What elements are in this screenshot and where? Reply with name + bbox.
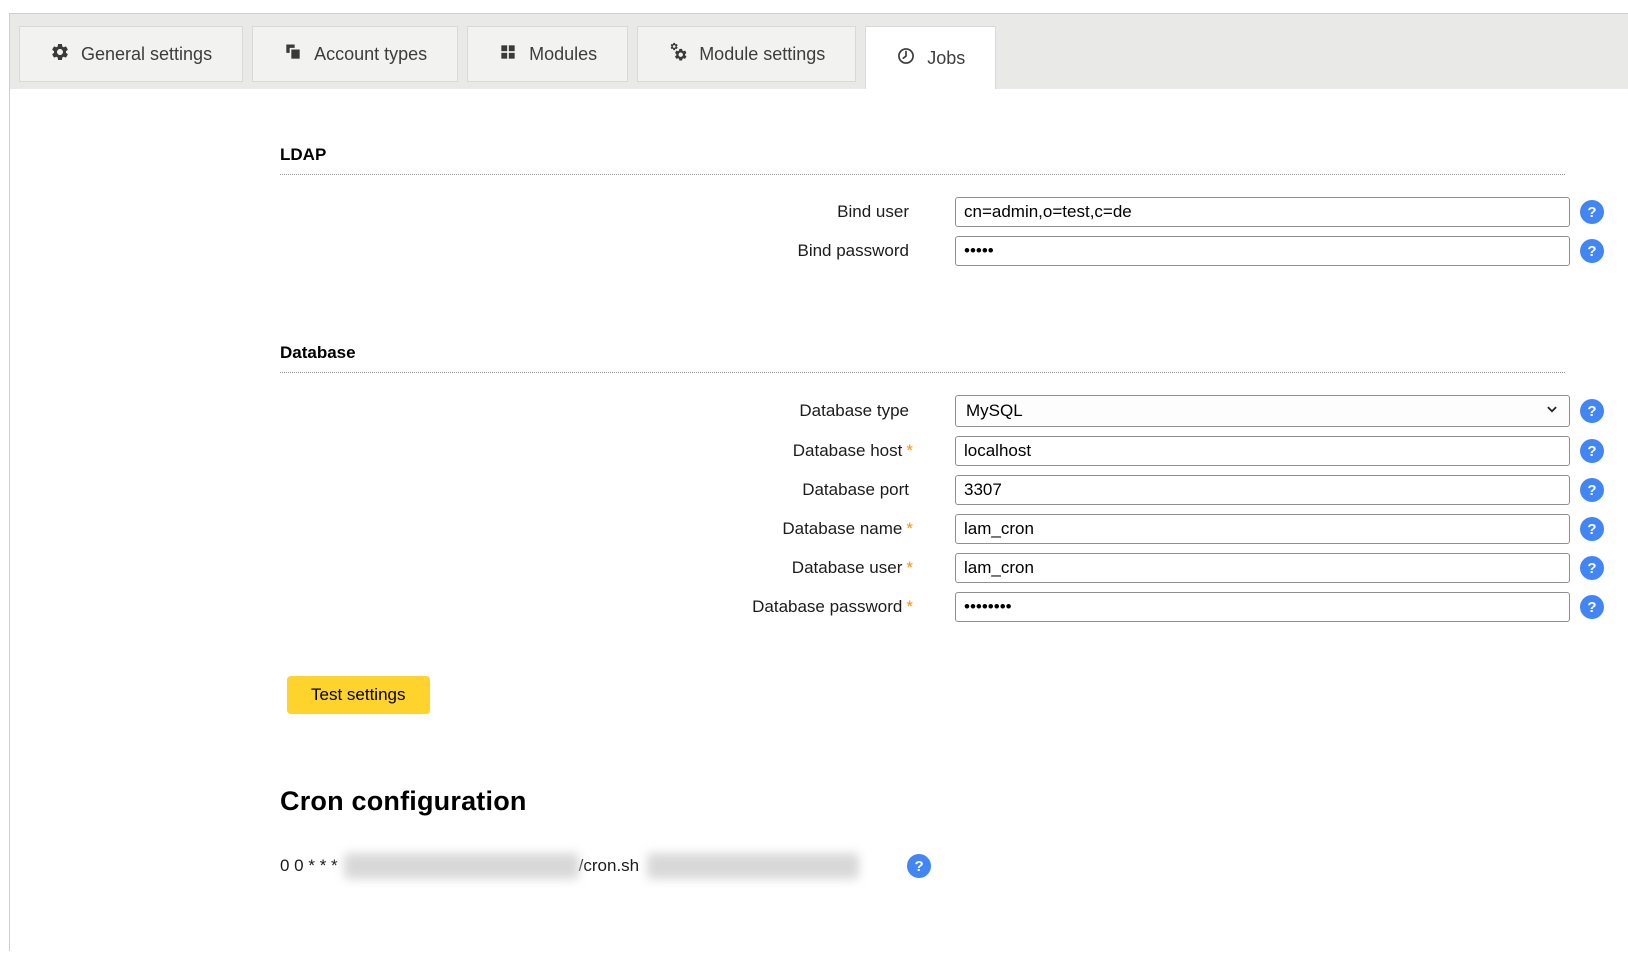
database-section: Database Database type MySQL ? Database …	[280, 343, 1565, 622]
tab-modules[interactable]: Modules	[467, 26, 628, 82]
help-icon[interactable]: ?	[1580, 439, 1604, 463]
database-password-label: Database password*	[280, 597, 913, 617]
tab-module-settings[interactable]: Module settings	[637, 26, 856, 82]
gear-icon	[50, 42, 70, 67]
help-icon[interactable]: ?	[1580, 478, 1604, 502]
database-type-label: Database type	[280, 401, 913, 421]
database-user-label: Database user*	[280, 558, 913, 578]
modules-grid-icon	[498, 42, 518, 67]
database-host-input[interactable]	[955, 436, 1570, 466]
database-password-row: Database password* ?	[280, 592, 1565, 622]
database-name-label: Database name*	[280, 519, 913, 539]
gears-icon	[668, 42, 688, 67]
help-icon[interactable]: ?	[1580, 595, 1604, 619]
tab-label: Account types	[314, 44, 427, 65]
required-mark: *	[906, 441, 913, 460]
cron-script: /cron.sh	[579, 856, 639, 876]
tab-jobs[interactable]: Jobs	[865, 26, 996, 89]
tab-account-types[interactable]: Account types	[252, 26, 458, 82]
bind-user-input[interactable]	[955, 197, 1570, 227]
redacted-argument	[647, 853, 859, 879]
required-mark: *	[906, 519, 913, 538]
help-icon[interactable]: ?	[1580, 556, 1604, 580]
bind-password-label: Bind password	[280, 241, 913, 261]
tab-label: Jobs	[927, 48, 965, 69]
tab-label: Module settings	[699, 44, 825, 65]
ldap-section-title: LDAP	[280, 145, 1565, 175]
jobs-tab-content: LDAP Bind user ? Bind password ? Databas…	[10, 89, 1628, 879]
tab-bar: General settings Account types Modules M…	[10, 14, 1628, 89]
database-port-label: Database port	[280, 480, 913, 500]
database-name-input[interactable]	[955, 514, 1570, 544]
database-password-input[interactable]	[955, 592, 1570, 622]
help-icon[interactable]: ?	[1580, 239, 1604, 263]
tab-label: Modules	[529, 44, 597, 65]
database-user-row: Database user* ?	[280, 553, 1565, 583]
cron-schedule: 0 0 * * *	[280, 856, 338, 876]
database-user-input[interactable]	[955, 553, 1570, 583]
database-port-input[interactable]	[955, 475, 1570, 505]
database-name-row: Database name* ?	[280, 514, 1565, 544]
help-icon[interactable]: ?	[1580, 399, 1604, 423]
redacted-path	[344, 853, 579, 879]
database-type-select[interactable]: MySQL	[955, 395, 1570, 427]
tab-label: General settings	[81, 44, 212, 65]
bind-user-label: Bind user	[280, 202, 913, 222]
help-icon[interactable]: ?	[1580, 517, 1604, 541]
tab-general-settings[interactable]: General settings	[19, 26, 243, 82]
ldap-section: LDAP Bind user ? Bind password ?	[280, 145, 1565, 266]
bind-user-row: Bind user ?	[280, 197, 1565, 227]
bind-password-row: Bind password ?	[280, 236, 1565, 266]
database-type-row: Database type MySQL ?	[280, 395, 1565, 427]
help-icon[interactable]: ?	[907, 854, 931, 878]
required-mark: *	[906, 558, 913, 577]
database-host-label: Database host*	[280, 441, 913, 461]
database-host-row: Database host* ?	[280, 436, 1565, 466]
test-settings-button[interactable]: Test settings	[287, 676, 430, 714]
database-port-row: Database port ?	[280, 475, 1565, 505]
bind-password-input[interactable]	[955, 236, 1570, 266]
settings-panel: General settings Account types Modules M…	[9, 13, 1628, 951]
cron-command-line: 0 0 * * * /cron.sh ?	[280, 853, 1628, 879]
cron-configuration-title: Cron configuration	[280, 786, 1628, 817]
help-icon[interactable]: ?	[1580, 200, 1604, 224]
chevron-down-icon	[1543, 400, 1561, 423]
required-mark: *	[906, 597, 913, 616]
clock-icon	[896, 46, 916, 71]
database-type-value: MySQL	[966, 401, 1023, 421]
account-types-icon	[283, 42, 303, 67]
database-section-title: Database	[280, 343, 1565, 373]
